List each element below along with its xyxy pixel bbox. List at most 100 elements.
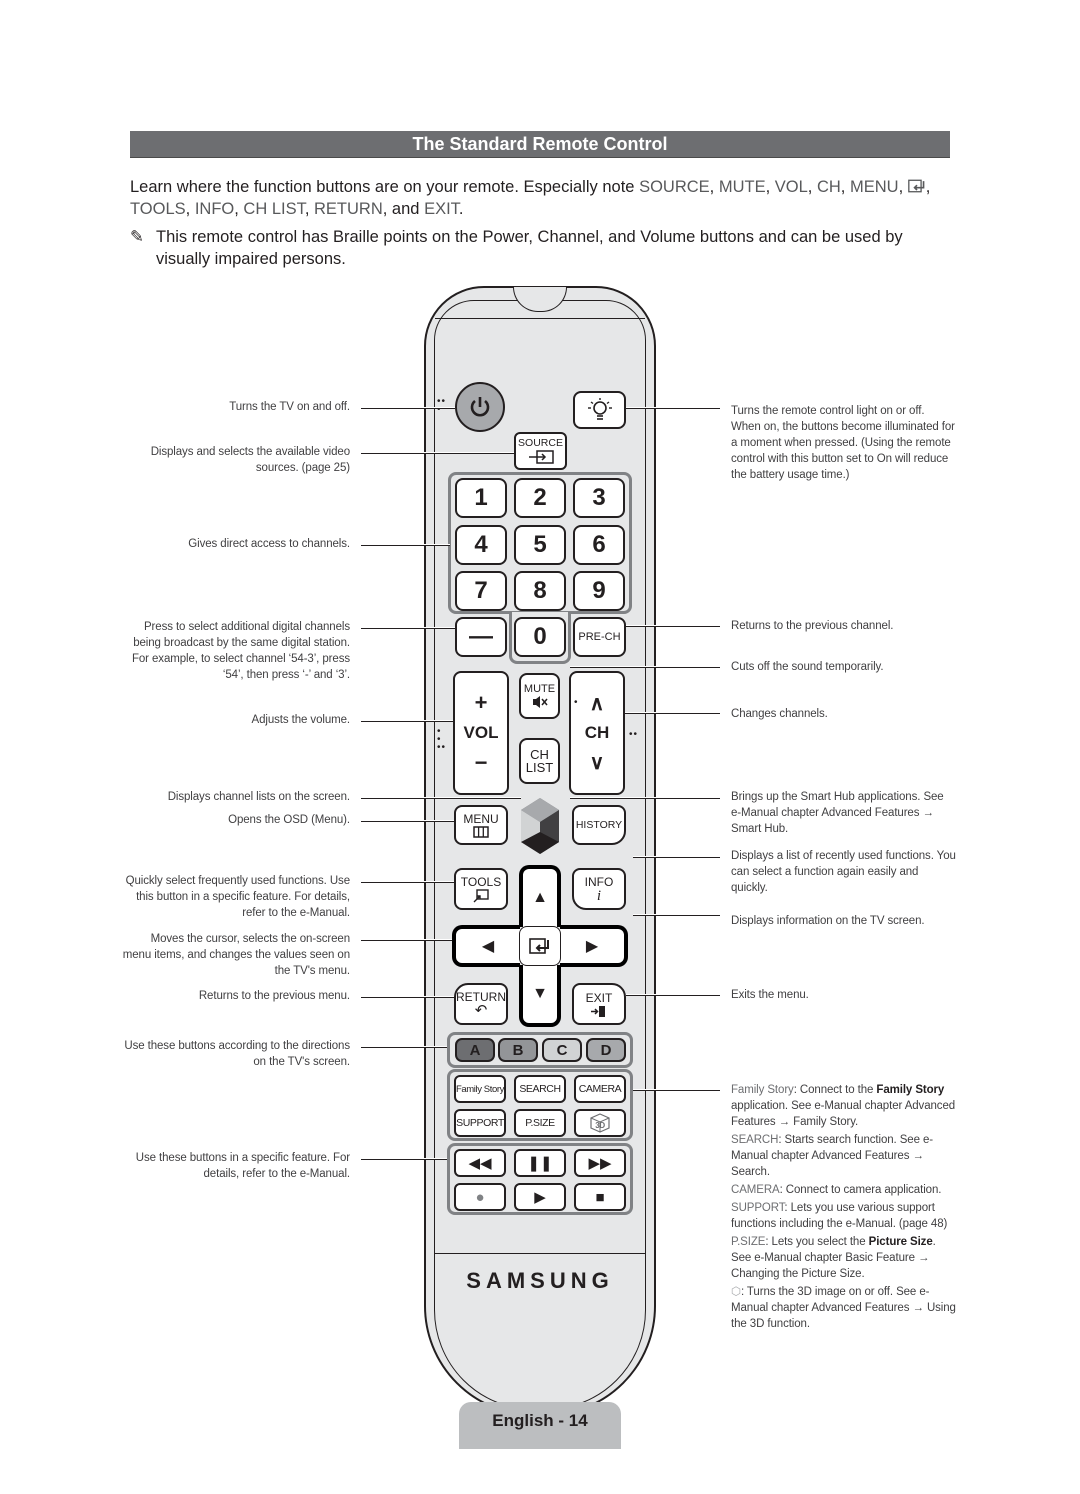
pause-icon: ❚❚ (527, 1155, 553, 1172)
color-button-b[interactable]: B (498, 1038, 538, 1062)
power-button[interactable] (455, 382, 505, 432)
history-button[interactable]: HISTORY (572, 805, 626, 845)
exit-label: EXIT (585, 990, 613, 1005)
braille-channel: •• (629, 729, 639, 740)
power-icon (470, 397, 490, 417)
history-label: HISTORY (575, 819, 623, 831)
pause-button[interactable]: ❚❚ (514, 1149, 566, 1177)
feature-description: ⬡: Turns the 3D image on or off. See e-M… (731, 1284, 956, 1332)
remote-bottom-divider (435, 1253, 645, 1254)
number-button-2[interactable]: 2 (514, 478, 566, 518)
number-button-4[interactable]: 4 (455, 525, 507, 565)
desc-history: Displays a list of recently used functio… (731, 850, 956, 894)
channel-down-button[interactable]: ∨ (590, 750, 605, 775)
number-button-5[interactable]: 5 (514, 525, 566, 565)
dpad-right-button[interactable]: ▶ (560, 925, 628, 967)
intro-separator: , (765, 178, 775, 196)
leader-channel (625, 712, 720, 714)
color-button-d[interactable]: D (586, 1038, 626, 1062)
dpad-up-button[interactable]: ▲ (519, 865, 561, 927)
lightbulb-icon (587, 398, 612, 420)
function-label: SUPPORT (456, 1117, 504, 1129)
info-icon: i (596, 888, 602, 904)
dash-label: — (469, 623, 493, 650)
arrow-left-icon: ◀ (481, 938, 495, 955)
leader-ch-list (361, 797, 521, 799)
enter-icon (907, 179, 925, 193)
number-button-6[interactable]: 6 (573, 525, 625, 565)
function-label: Family Story (456, 1083, 504, 1095)
intro-keyword: TOOLS (130, 200, 186, 218)
feature-key: SUPPORT (731, 1202, 785, 1214)
channel-rocker[interactable]: ∧ CH ∨ (569, 671, 625, 795)
pre-ch-button[interactable]: PRE-CH (573, 617, 626, 657)
smart-hub-button[interactable] (519, 796, 561, 856)
support-button[interactable]: SUPPORT (454, 1109, 506, 1137)
channel-up-button[interactable]: ∧ (590, 691, 605, 716)
feature-description: CAMERA: Connect to camera application. (731, 1182, 956, 1198)
leader-tools (361, 881, 454, 883)
leader-pre-ch (626, 625, 720, 627)
source-label: SOURCE (518, 436, 563, 449)
camera-button[interactable]: CAMERA (574, 1075, 626, 1103)
color-button-c[interactable]: C (542, 1038, 582, 1062)
desc-channel: Changes channels. (731, 708, 828, 720)
desc-exit: Exits the menu. (731, 989, 809, 1001)
number-button-3[interactable]: 3 (573, 478, 625, 518)
fast-forward-button[interactable]: ▶▶ (574, 1149, 626, 1177)
function-label: P.SIZE (525, 1117, 555, 1129)
tools-button[interactable]: TOOLS (454, 868, 508, 910)
enter-button[interactable] (519, 926, 561, 966)
volume-down-button[interactable]: − (475, 750, 488, 776)
family-story-button[interactable]: Family Story (454, 1075, 506, 1103)
feature-bold: Family Story (876, 1084, 945, 1096)
number-button-1[interactable]: 1 (455, 478, 507, 518)
mute-button[interactable]: MUTE (519, 673, 560, 719)
number-button-0[interactable]: 0 (514, 617, 566, 657)
number-button-8[interactable]: 8 (514, 571, 566, 611)
intro-keyword: VOL (774, 178, 808, 196)
feature-description: SEARCH: Starts search function. See e-Ma… (731, 1132, 956, 1180)
volume-rocker[interactable]: + VOL − (453, 671, 509, 795)
play-button[interactable]: ▶ (514, 1183, 566, 1211)
menu-button[interactable]: MENU (454, 805, 508, 845)
leader-return (361, 996, 454, 998)
light-button[interactable] (573, 391, 626, 429)
exit-button[interactable]: EXIT (572, 983, 626, 1025)
ch-list-button[interactable]: CH LIST (519, 738, 560, 784)
page-footer: English - 14 (459, 1402, 621, 1449)
dpad-left-button[interactable]: ◀ (452, 925, 520, 967)
stop-button[interactable]: ■ (574, 1183, 626, 1211)
function-label: SEARCH (519, 1083, 561, 1095)
number-label: 9 (592, 577, 606, 604)
color-button-a[interactable]: A (455, 1038, 495, 1062)
return-button[interactable]: RETURN ↶ (454, 983, 508, 1025)
feature-text: : Turns the 3D image on or off. See e-Ma… (731, 1286, 956, 1330)
3d-button[interactable]: 3D (574, 1109, 626, 1137)
3d-icon: ⬡ (731, 1286, 741, 1298)
menu-grid-icon (473, 826, 489, 838)
info-button[interactable]: INFO i (572, 868, 626, 910)
dpad-down-button[interactable]: ▼ (519, 965, 561, 1027)
feature-description: SUPPORT: Lets you use various support fu… (731, 1200, 956, 1232)
source-button[interactable]: SOURCE (514, 432, 567, 470)
volume-up-button[interactable]: + (475, 690, 488, 716)
zero-label: 0 (533, 623, 547, 650)
intro-separator: , (807, 178, 817, 196)
dash-button[interactable]: — (455, 617, 507, 657)
intro-keyword: MENU (849, 178, 899, 196)
feature-text: application. See e-Manual chapter Advanc… (731, 1100, 956, 1128)
number-label: 5 (533, 531, 547, 558)
braille-power: •• • (437, 396, 447, 415)
feature-description: P.SIZE: Lets you select the Picture Size… (731, 1234, 956, 1282)
search-button[interactable]: SEARCH (514, 1075, 566, 1103)
desc-media-buttons: Use these buttons in a specific feature.… (135, 1152, 350, 1180)
pre-ch-label: PRE-CH (578, 631, 621, 643)
number-button-7[interactable]: 7 (455, 571, 507, 611)
number-button-9[interactable]: 9 (573, 571, 625, 611)
p-size-button[interactable]: P.SIZE (514, 1109, 566, 1137)
rewind-button[interactable]: ◀◀ (454, 1149, 506, 1177)
number-label: 4 (474, 531, 488, 558)
intro-keyword: RETURN (314, 200, 383, 218)
record-button[interactable]: ● (454, 1183, 506, 1211)
